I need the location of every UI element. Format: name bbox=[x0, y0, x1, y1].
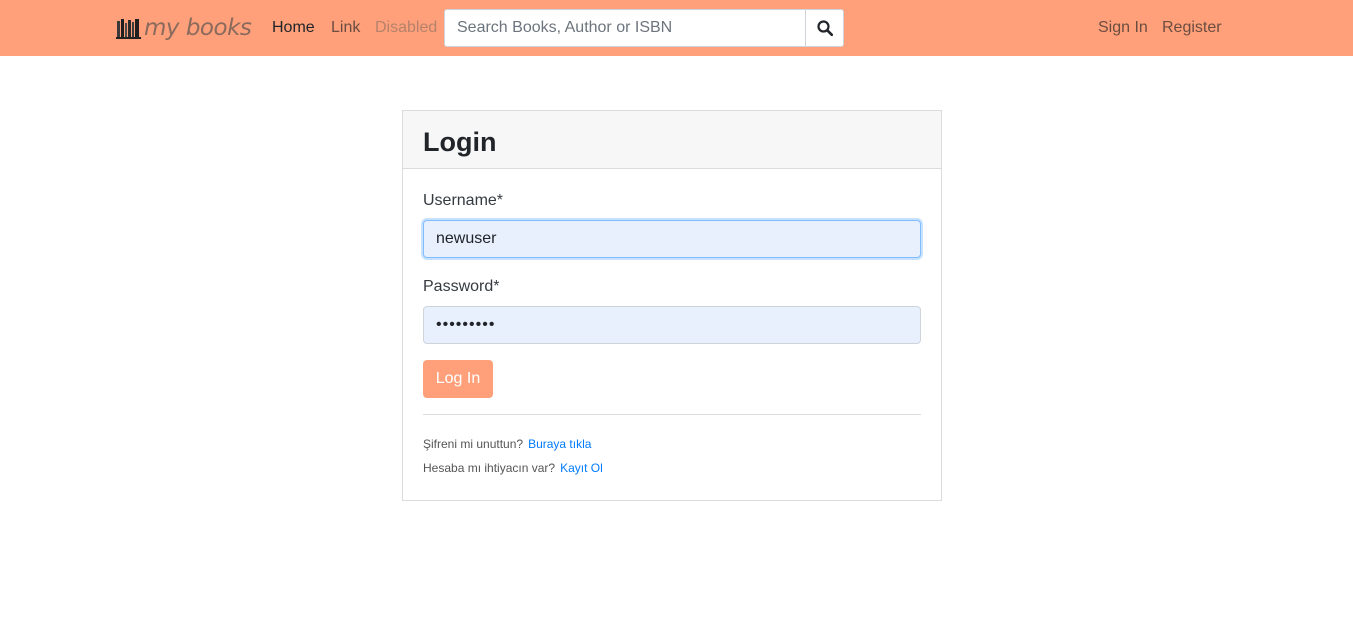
nav-link-link[interactable]: Link bbox=[331, 18, 360, 38]
nav-home-link[interactable]: Home bbox=[272, 18, 315, 38]
password-label: Password* bbox=[423, 278, 500, 295]
form-divider bbox=[423, 414, 921, 415]
forgot-password-line: Şifreni mi unuttun? Buraya tıkla bbox=[423, 437, 591, 451]
search-button[interactable] bbox=[805, 9, 844, 47]
register-prompt-text: Hesaba mı ihtiyacın var? bbox=[423, 461, 556, 475]
navbar: my books Home Link Disabled Sign In Regi… bbox=[0, 0, 1353, 56]
login-card-header: Login bbox=[403, 111, 941, 169]
register-link[interactable]: Register bbox=[1162, 18, 1222, 38]
login-card: Login Username* Password* Log In Şifreni… bbox=[402, 110, 942, 501]
search-icon bbox=[816, 20, 833, 36]
login-button[interactable]: Log In bbox=[423, 360, 493, 398]
nav-disabled-link: Disabled bbox=[375, 19, 438, 36]
search-input[interactable] bbox=[444, 9, 805, 47]
register-prompt-line: Hesaba mı ihtiyacın var? Kayıt Ol bbox=[423, 461, 603, 475]
username-label: Username* bbox=[423, 192, 504, 209]
brand-name: my books bbox=[144, 15, 252, 41]
register-now-link[interactable]: Kayıt Ol bbox=[560, 461, 603, 475]
login-title: Login bbox=[423, 127, 497, 157]
username-input[interactable] bbox=[423, 220, 921, 258]
forgot-password-link[interactable]: Buraya tıkla bbox=[528, 437, 591, 451]
books-logo-icon bbox=[116, 19, 141, 39]
brand-link[interactable]: my books bbox=[116, 12, 252, 44]
password-input[interactable] bbox=[423, 306, 921, 344]
search-form bbox=[444, 9, 844, 47]
forgot-password-text: Şifreni mi unuttun? bbox=[423, 437, 524, 451]
sign-in-link[interactable]: Sign In bbox=[1098, 18, 1148, 38]
